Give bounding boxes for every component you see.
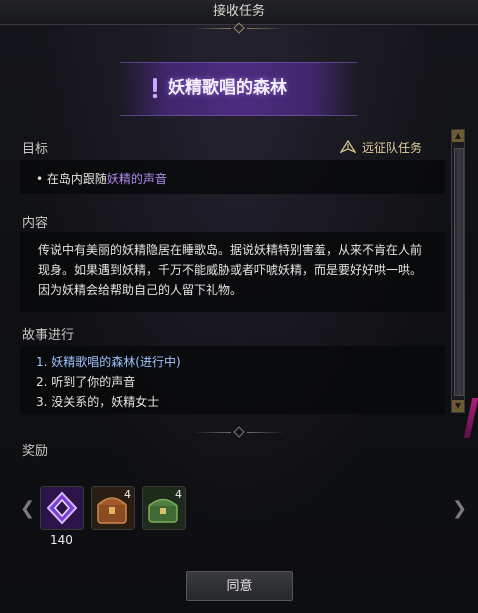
expedition-tag: 远征队任务 (340, 138, 422, 156)
story-item-1[interactable]: 1. 妖精歌唱的森林(进行中) (36, 352, 181, 372)
exclamation-icon (152, 78, 158, 99)
accept-button[interactable]: 同意 (186, 571, 293, 601)
scroll-thumb[interactable] (454, 148, 464, 396)
side-decoration (463, 398, 478, 438)
expedition-tag-label: 远征队任务 (362, 140, 423, 155)
quest-title: 妖精歌唱的森林 (168, 78, 287, 98)
scrollbar[interactable]: ▲ ▼ (451, 129, 465, 413)
objective-highlight: 妖精的声音 (106, 172, 167, 186)
reward-count-3: 4 (175, 488, 182, 501)
purple-crystal-icon (41, 487, 83, 529)
reward-count-2: 4 (124, 488, 131, 501)
objective-heading: 目标 (22, 142, 49, 157)
content-text: 传说中有美丽的妖精隐居在睡歌岛。据说妖精特别害羞，从来不肯在人前现身。如果遇到妖… (38, 243, 423, 297)
quest-window: 接收任务 妖精歌唱的森林 目标 远征队任务 • 在岛内跟随妖精的声音 内容 传说… (0, 0, 478, 613)
expedition-icon (340, 140, 356, 154)
scroll-up-button[interactable]: ▲ (452, 130, 464, 142)
scroll-down-button[interactable]: ▼ (452, 400, 464, 412)
bullet: • (36, 172, 47, 186)
content-heading: 内容 (22, 216, 49, 231)
objective-prefix: 在岛内跟随 (46, 172, 107, 186)
story-item-2[interactable]: 2. 听到了你的声音 (36, 372, 181, 392)
section-divider (189, 426, 289, 438)
reward-slot-1[interactable] (40, 486, 84, 530)
story-item-3[interactable]: 3. 没关系的，妖精女士 (36, 392, 181, 412)
title-ornament (189, 22, 289, 34)
rewards-next-arrow[interactable]: ❯ (452, 498, 467, 519)
reward-count-1: 140 (50, 533, 73, 547)
rewards-prev-arrow[interactable]: ❮ (20, 498, 35, 519)
rewards-heading: 奖励 (22, 444, 49, 459)
story-heading: 故事进行 (22, 328, 75, 343)
story-list: 1. 妖精歌唱的森林(进行中) 2. 听到了你的声音 3. 没关系的，妖精女士 (36, 352, 181, 412)
objective-item: • 在岛内跟随妖精的声音 (36, 170, 167, 187)
